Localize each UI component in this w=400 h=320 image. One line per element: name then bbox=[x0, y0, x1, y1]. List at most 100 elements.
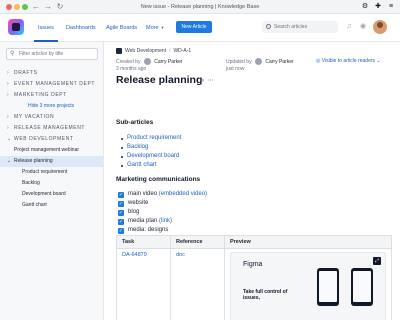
sidebar-item-release-management[interactable]: › RELEASE MANAGEMENT bbox=[0, 123, 103, 134]
hide-projects-link[interactable]: Hide 3 more projects bbox=[0, 101, 103, 112]
expand-icon[interactable]: ⤢ bbox=[373, 257, 381, 265]
checkbox[interactable]: ✓ bbox=[118, 209, 124, 216]
task-link[interactable]: DA-64879 bbox=[116, 248, 171, 320]
reference-link[interactable]: doc bbox=[170, 248, 225, 320]
sidebar-item-backlog[interactable]: Backlog bbox=[0, 178, 103, 189]
article-tree: › DRAFTS › EVENT MANAGEMENT DEPT › MARKETIN… bbox=[0, 68, 103, 211]
updated-by-label: Updated by bbox=[226, 58, 252, 65]
list-item[interactable]: Gantt chart bbox=[116, 161, 181, 170]
app-header: Issues Dashboards Agile Boards More ▼ New… bbox=[0, 14, 400, 42]
filter-icon: ⚲ bbox=[10, 51, 15, 57]
sidebar: ⚲ › DRAFTS › EVENT MANAGEMENT DEPT › MARKET… bbox=[0, 42, 104, 320]
reload-icon[interactable]: ↻ bbox=[55, 1, 65, 13]
filter-box[interactable]: ⚲ bbox=[6, 48, 98, 60]
checklist-text: blog bbox=[128, 209, 140, 215]
sidebar-item-my-vacation[interactable]: › MY VACATION bbox=[0, 112, 103, 123]
new-article-button[interactable]: New Article bbox=[176, 21, 212, 33]
column-header-task: Task bbox=[116, 235, 171, 249]
article-view: Web Development / WD-A-1 Created by Carry … bbox=[112, 42, 400, 320]
list-item[interactable]: Development board bbox=[116, 152, 181, 161]
list-item[interactable]: Product requirement bbox=[116, 134, 181, 143]
sidebar-item-label: Release planning bbox=[14, 158, 53, 164]
search-input[interactable] bbox=[274, 21, 334, 33]
checklist-link[interactable]: (link) bbox=[159, 218, 172, 224]
space-icon bbox=[116, 47, 122, 54]
minimize-window-button[interactable] bbox=[14, 4, 20, 10]
created-info: Created by Carry Parker 3 months ago bbox=[116, 58, 183, 73]
subarticles-heading: Sub-articles bbox=[116, 119, 154, 126]
sidebar-item-gantt-chart[interactable]: Gantt chart bbox=[0, 200, 103, 211]
settings-gear-icon[interactable]: ⚙ bbox=[360, 2, 370, 12]
chevron-right-icon[interactable]: › bbox=[7, 112, 9, 123]
breadcrumb-id[interactable]: WD-A-1 bbox=[173, 48, 191, 54]
chevron-down-icon[interactable]: ⌄ bbox=[7, 134, 12, 145]
sidebar-item-product-requirement[interactable]: Product requirement bbox=[0, 167, 103, 178]
filter-input[interactable] bbox=[19, 49, 97, 59]
extension-icon[interactable]: ✚ bbox=[373, 2, 383, 12]
checklist-link[interactable]: (embedded video) bbox=[159, 191, 207, 197]
avatar bbox=[254, 58, 262, 65]
chevron-right-icon[interactable]: › bbox=[7, 90, 9, 101]
checkbox[interactable]: ✓ bbox=[118, 191, 124, 198]
tab-more-label: More bbox=[146, 25, 159, 31]
list-item[interactable]: Backlog bbox=[116, 143, 181, 152]
checklist-item: ✓ blog bbox=[118, 208, 207, 217]
avatar bbox=[143, 58, 151, 65]
checkbox[interactable]: ✓ bbox=[118, 218, 124, 225]
back-arrow-icon[interactable]: ← bbox=[31, 1, 41, 13]
checkbox[interactable]: ✓ bbox=[118, 227, 124, 234]
created-by-name[interactable]: Carry Parker bbox=[154, 59, 182, 65]
maximize-window-button[interactable] bbox=[22, 4, 28, 10]
sidebar-item-project-webinar[interactable]: Project management webinar bbox=[0, 145, 103, 156]
sidebar-item-development-board[interactable]: Development board bbox=[0, 189, 103, 200]
tab-agile-boards-label: Agile Boards bbox=[106, 25, 138, 31]
tab-dashboards[interactable]: Dashboards bbox=[62, 21, 100, 35]
more-icon[interactable]: ⋯ bbox=[207, 78, 216, 84]
chevron-down-icon: ⌄ bbox=[375, 58, 381, 64]
close-window-button[interactable] bbox=[6, 4, 12, 10]
chevron-right-icon[interactable]: › bbox=[7, 79, 9, 90]
updated-time: just now bbox=[226, 65, 245, 72]
tab-issues[interactable]: Issues bbox=[34, 21, 58, 42]
tab-dashboards-label: Dashboards bbox=[66, 25, 96, 31]
column-header-preview: Preview bbox=[224, 235, 392, 249]
chevron-right-icon[interactable]: › bbox=[7, 68, 9, 79]
task-table: Task Reference Preview DA-64879 doc Figm… bbox=[116, 235, 392, 320]
sidebar-item-release-planning[interactable]: ⌄ Release planning bbox=[0, 156, 103, 167]
window-titlebar: ← → ↻ New issue - Release planning | Kno… bbox=[0, 0, 400, 14]
checklist-text: main video bbox=[128, 191, 158, 197]
sidebar-item-marketing[interactable]: › MARKETING DEPT bbox=[0, 90, 103, 101]
column-header-reference: Reference bbox=[170, 235, 225, 249]
chevron-down-icon[interactable]: ⌄ bbox=[7, 156, 11, 167]
search-box[interactable] bbox=[262, 21, 338, 33]
preview-text: Take full control of issues, bbox=[243, 289, 288, 301]
app-logo[interactable] bbox=[8, 19, 24, 35]
visibility-label: Visible to article readers bbox=[321, 58, 376, 64]
tab-agile-boards[interactable]: Agile Boards bbox=[102, 21, 141, 35]
phone-mockup-image bbox=[317, 268, 339, 306]
checkbox[interactable]: ✓ bbox=[118, 200, 124, 207]
checklist: ✓ main video (embedded video) ✓ website ✓ b… bbox=[118, 190, 207, 235]
menu-icon[interactable]: ≡ bbox=[386, 2, 396, 12]
updated-by-name[interactable]: Carry Parker bbox=[265, 59, 293, 65]
title-actions: ∞⋯ bbox=[200, 77, 216, 84]
breadcrumb-space[interactable]: Web Development bbox=[125, 48, 166, 54]
chevron-down-icon: ▼ bbox=[160, 25, 165, 30]
bell-icon[interactable]: ♫ bbox=[344, 22, 354, 32]
sidebar-item-drafts[interactable]: › DRAFTS bbox=[0, 68, 103, 79]
chevron-right-icon[interactable]: › bbox=[7, 123, 9, 134]
user-avatar[interactable] bbox=[373, 20, 387, 34]
preview-title: Figma bbox=[243, 261, 263, 268]
tab-issues-label: Issues bbox=[38, 25, 54, 31]
checklist-text: media: designs bbox=[128, 227, 169, 233]
sidebar-item-event-management[interactable]: › EVENT MANAGEMENT DEPT bbox=[0, 79, 103, 90]
help-icon[interactable]: ◉ bbox=[358, 22, 368, 32]
checklist-text: media plan bbox=[128, 218, 158, 224]
tab-more[interactable]: More ▼ bbox=[142, 21, 169, 35]
created-by-label: Created by bbox=[116, 58, 141, 65]
sidebar-item-web-development[interactable]: ⌄ WEB DEVELOPMENT bbox=[0, 134, 103, 145]
preview-embed[interactable]: Figma Take full control of issues, ⤢ bbox=[230, 252, 386, 320]
visibility-dropdown[interactable]: ◎ Visible to article readers ⌄ bbox=[316, 58, 381, 65]
forward-arrow-icon[interactable]: → bbox=[43, 1, 53, 13]
sidebar-item-label: MARKETING DEPT bbox=[14, 92, 67, 98]
